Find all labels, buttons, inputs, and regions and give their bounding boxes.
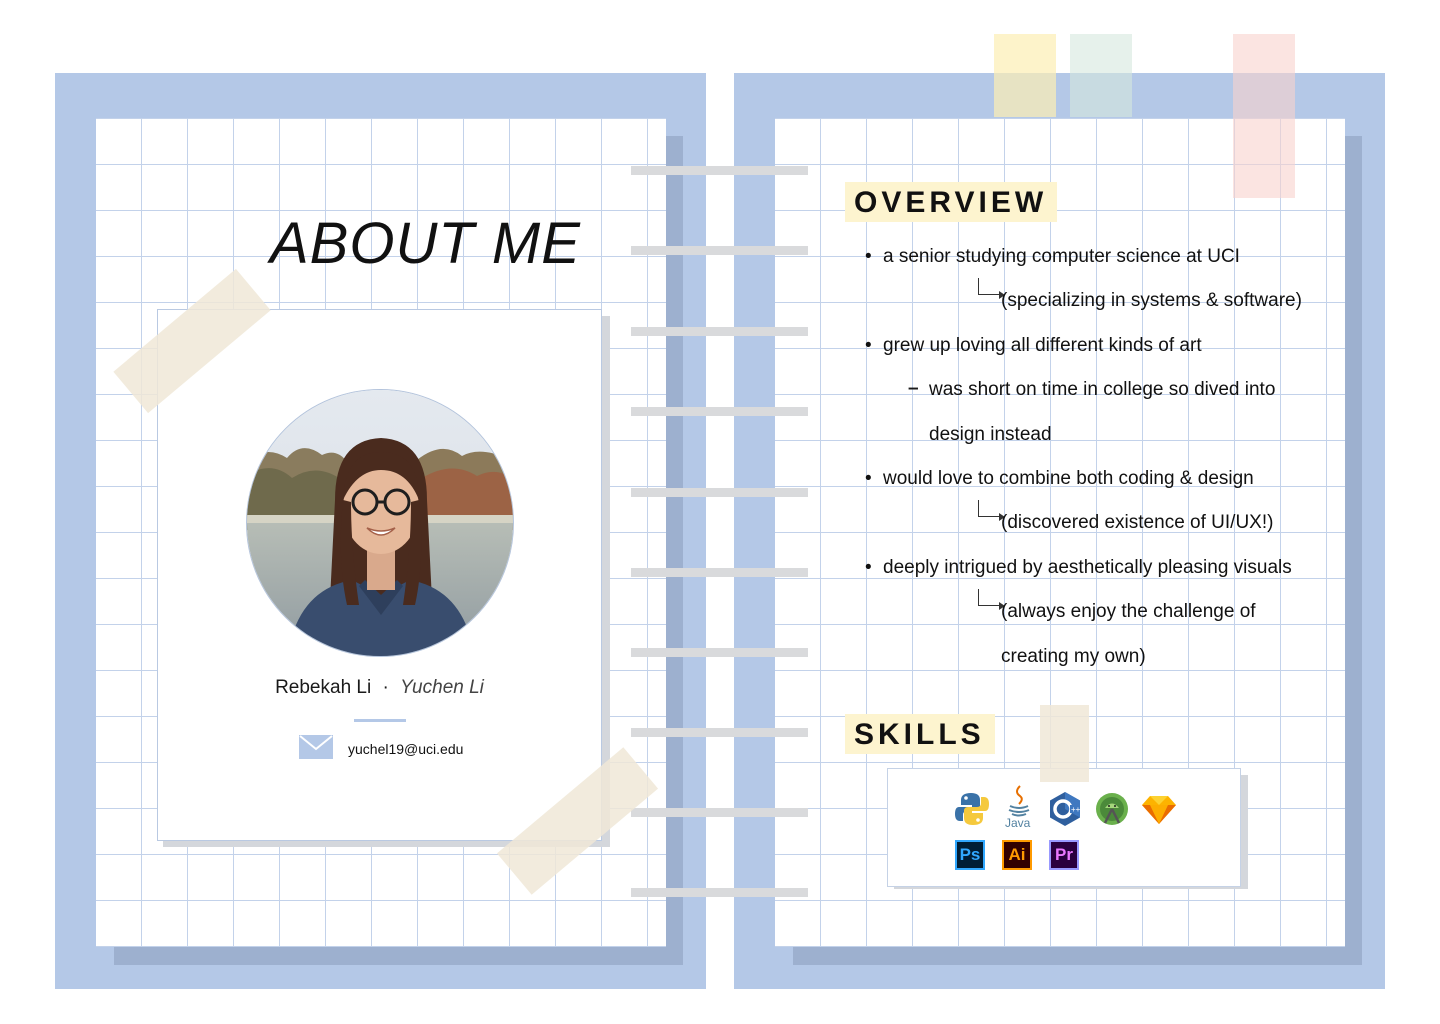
binder-ring <box>631 407 808 416</box>
name-alternate: Yuchen Li <box>400 677 484 698</box>
binder-ring <box>631 888 808 897</box>
sticky-tab-yellow <box>994 34 1056 117</box>
binder-ring <box>631 488 808 497</box>
sketch-icon <box>1140 790 1178 828</box>
overview-subitem: (specializing in systems & software) <box>1001 290 1302 311</box>
overview-item: a senior studying computer science at UC… <box>865 246 1240 268</box>
overview-item: deeply intrigued by aesthetically pleasi… <box>865 557 1292 579</box>
arrow-icon <box>978 589 1005 610</box>
binder-ring <box>631 568 808 577</box>
c-plus-plus-icon: ++ <box>1046 790 1084 828</box>
arrow-icon <box>978 278 1005 299</box>
name-divider <box>354 719 406 722</box>
dash-icon: – <box>908 378 919 399</box>
binder-ring <box>631 327 808 336</box>
sticky-tab-pink <box>1233 34 1295 198</box>
illustrator-icon: Ai <box>1002 840 1032 870</box>
overview-item: would love to combine both coding & desi… <box>865 468 1254 490</box>
sticky-tab-green <box>1070 34 1132 117</box>
profile-photo <box>246 389 514 657</box>
photoshop-label: Ps <box>959 845 981 864</box>
washi-tape-skills <box>1040 705 1089 782</box>
overview-item: grew up loving all different kinds of ar… <box>865 335 1202 357</box>
arrow-icon <box>978 500 1005 521</box>
mail-icon <box>299 734 333 764</box>
python-icon <box>953 790 991 828</box>
name-primary: Rebekah Li <box>275 677 372 698</box>
overview-subitem: (discovered existence of UI/UX!) <box>1001 512 1274 533</box>
premiere-label: Pr <box>1055 845 1073 864</box>
binder-ring <box>631 808 808 817</box>
svg-text:++: ++ <box>1071 805 1081 814</box>
profile-name: Rebekah Li · Yuchen Li <box>157 677 602 699</box>
android-studio-icon <box>1093 790 1131 828</box>
java-icon: Java <box>1000 784 1038 832</box>
overview-subitem: was short on time in college so dived in… <box>929 379 1276 400</box>
binder-ring <box>631 166 808 175</box>
binder-ring <box>631 728 808 737</box>
overview-subitem: creating my own) <box>1001 646 1146 667</box>
name-separator: · <box>382 677 389 698</box>
overview-subitem: design instead <box>929 424 1052 445</box>
premiere-icon: Pr <box>1049 840 1079 870</box>
overview-heading: OVERVIEW <box>845 182 1058 222</box>
skills-heading: SKILLS <box>845 714 995 754</box>
photoshop-icon: Ps <box>955 840 985 870</box>
illustrator-label: Ai <box>1008 845 1026 864</box>
java-label: Java <box>1005 816 1031 830</box>
email-row[interactable]: yuchel19@uci.edu <box>299 734 463 764</box>
binder-ring <box>631 246 808 255</box>
email-text[interactable]: yuchel19@uci.edu <box>348 741 463 757</box>
overview-subitem: (always enjoy the challenge of <box>1001 601 1256 622</box>
page-title: ABOUT ME <box>270 211 581 276</box>
binder-ring <box>631 648 808 657</box>
